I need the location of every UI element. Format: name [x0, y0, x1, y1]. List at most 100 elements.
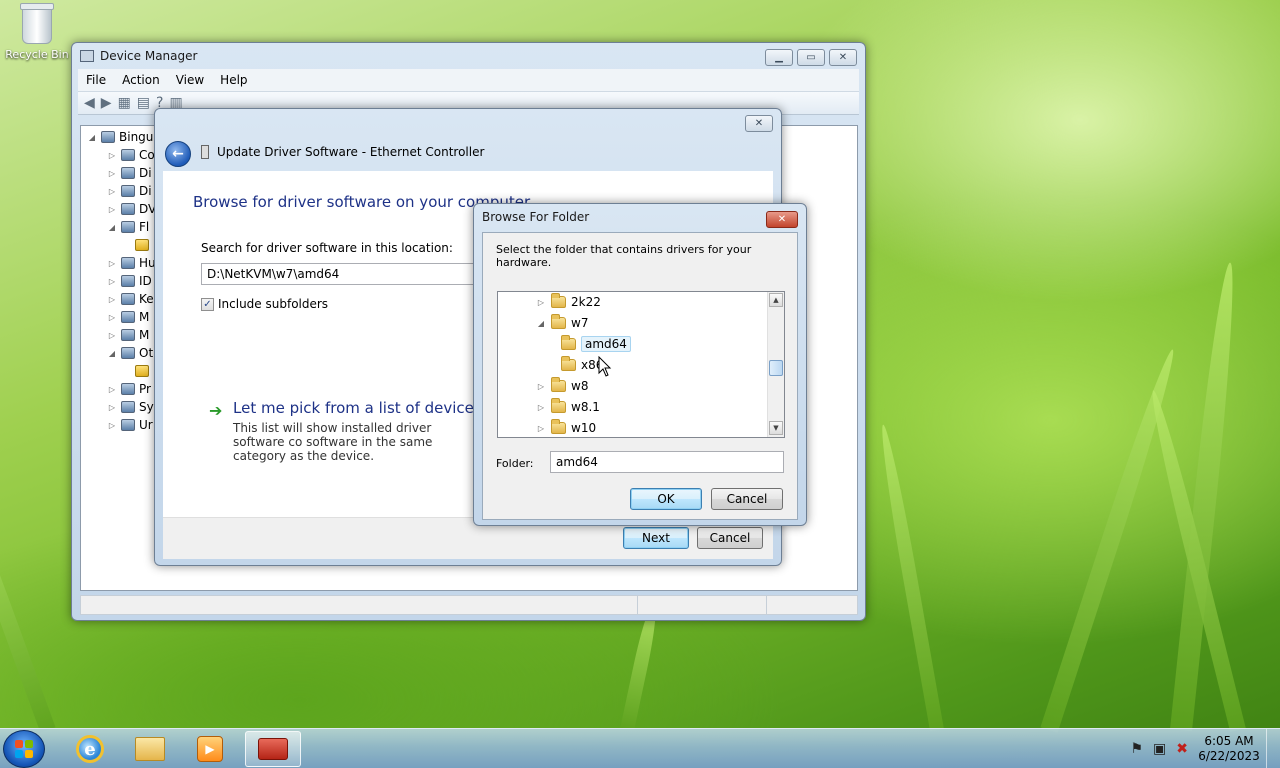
- expand-triangle-icon[interactable]: ▷: [107, 331, 117, 340]
- device-category-icon: [121, 149, 135, 161]
- expand-triangle-icon[interactable]: ▷: [107, 385, 117, 394]
- taskbar-media-player[interactable]: ▶: [182, 731, 238, 767]
- scroll-down-arrow-icon[interactable]: ▼: [769, 421, 783, 435]
- action-center-flag-icon[interactable]: ⚑: [1130, 741, 1143, 757]
- folder-tree-item[interactable]: ▷ 2k22: [536, 292, 601, 312]
- update-driver-title: Update Driver Software - Ethernet Contro…: [217, 145, 485, 159]
- tree-item[interactable]: ▷ Sy: [107, 398, 154, 416]
- folder-input[interactable]: amd64: [550, 451, 784, 473]
- folder-tree-item[interactable]: ▷ w8.1: [536, 397, 600, 417]
- expand-triangle-icon[interactable]: ▷: [536, 382, 546, 391]
- taskbar-windows-explorer[interactable]: [122, 731, 178, 767]
- tree-item[interactable]: ▷ Di: [107, 182, 152, 200]
- menu-help[interactable]: Help: [212, 73, 255, 87]
- tree-item[interactable]: ◢ Fl: [107, 218, 149, 236]
- recycle-bin-desktop-icon[interactable]: Recycle Bin: [4, 3, 70, 61]
- folder-tree-scrollbar[interactable]: ▲ ▼: [767, 292, 784, 437]
- close-button[interactable]: ✕: [766, 211, 798, 228]
- expand-triangle-icon[interactable]: ▷: [107, 169, 117, 178]
- expand-triangle-icon[interactable]: ▷: [536, 424, 546, 433]
- cancel-button[interactable]: Cancel: [697, 527, 763, 549]
- scroll-up-arrow-icon[interactable]: ▲: [769, 293, 783, 307]
- device-category-icon: [121, 167, 135, 179]
- menu-file[interactable]: File: [78, 73, 114, 87]
- collapse-triangle-icon[interactable]: ◢: [536, 319, 546, 328]
- toolbox-icon: [258, 738, 288, 760]
- close-button[interactable]: ✕: [745, 115, 773, 132]
- tree-item[interactable]: ▷ Ke: [107, 290, 154, 308]
- expand-triangle-icon[interactable]: ▷: [107, 151, 117, 160]
- recycle-bin-icon: [20, 3, 54, 44]
- driver-path-input[interactable]: D:\NetKVM\w7\amd64: [201, 263, 481, 285]
- tree-item-label: M: [139, 310, 150, 324]
- device-manager-caption-buttons: ▁ ▭ ✕: [765, 49, 857, 66]
- close-button[interactable]: ✕: [829, 49, 857, 66]
- expand-triangle-icon[interactable]: ▷: [107, 313, 117, 322]
- tree-item[interactable]: ▷ Co: [107, 146, 155, 164]
- folder-tree-item[interactable]: ◢ w7: [536, 313, 588, 333]
- minimize-button[interactable]: ▁: [765, 49, 793, 66]
- tree-item[interactable]: ▷ DV: [107, 200, 156, 218]
- expand-triangle-icon[interactable]: ▷: [107, 421, 117, 430]
- back-arrow-icon[interactable]: ←: [165, 141, 191, 167]
- browse-folder-titlebar[interactable]: Browse For Folder: [474, 204, 806, 230]
- cancel-button[interactable]: Cancel: [711, 488, 783, 510]
- mouse-icon: [121, 311, 135, 323]
- forward-arrow-icon[interactable]: ▶: [101, 95, 112, 111]
- collapse-triangle-icon[interactable]: ◢: [87, 133, 97, 142]
- processor-icon: [121, 383, 135, 395]
- collapse-triangle-icon[interactable]: ◢: [107, 349, 117, 358]
- system-tray: ⚑ ▣ ✖ 6:05 AM 6/22/2023: [1130, 729, 1280, 768]
- next-button[interactable]: Next: [623, 527, 689, 549]
- ok-button[interactable]: OK: [630, 488, 702, 510]
- tree-root[interactable]: ◢ Bingu: [87, 128, 153, 146]
- browse-folder-description: Select the folder that contains drivers …: [496, 243, 752, 269]
- include-subfolders-checkbox[interactable]: ✓: [201, 298, 214, 311]
- start-button[interactable]: [3, 730, 45, 768]
- folder-tree-item[interactable]: ▷ w10: [536, 418, 596, 437]
- tree-item[interactable]: ◢ Ot: [107, 344, 153, 362]
- tree-item-label: Di: [139, 166, 152, 180]
- maximize-button[interactable]: ▭: [797, 49, 825, 66]
- tree-item[interactable]: [135, 236, 149, 254]
- expand-triangle-icon[interactable]: ▷: [536, 298, 546, 307]
- folder-icon: [551, 398, 566, 413]
- taskbar-internet-explorer[interactable]: e: [62, 731, 118, 767]
- expand-triangle-icon[interactable]: ▷: [536, 403, 546, 412]
- taskbar-device-manager[interactable]: [245, 731, 301, 767]
- warning-device-icon: [135, 365, 149, 377]
- scroll-thumb[interactable]: [769, 360, 783, 376]
- folder-tree-item[interactable]: ▷ w8: [536, 376, 588, 396]
- expand-triangle-icon[interactable]: ▷: [107, 277, 117, 286]
- volume-muted-icon[interactable]: ✖: [1176, 741, 1188, 757]
- device-manager-icon: [80, 50, 94, 62]
- pick-from-list-link[interactable]: Let me pick from a list of device dri: [233, 399, 499, 417]
- clock[interactable]: 6:05 AM 6/22/2023: [1198, 734, 1260, 764]
- expand-triangle-icon[interactable]: ▷: [107, 403, 117, 412]
- show-desktop-button[interactable]: [1266, 729, 1280, 768]
- properties-icon[interactable]: ▦: [118, 95, 131, 111]
- tree-item[interactable]: ▷ M: [107, 326, 149, 344]
- expand-triangle-icon[interactable]: ▷: [107, 259, 117, 268]
- folder-icon: [551, 377, 566, 392]
- tree-item[interactable]: ▷ Pr: [107, 380, 151, 398]
- device-manager-titlebar[interactable]: Device Manager: [72, 43, 865, 69]
- network-adapter-icon: [201, 145, 209, 159]
- tree-item[interactable]: ▷ Ur: [107, 416, 153, 434]
- tree-item[interactable]: ▷ M: [107, 308, 149, 326]
- tree-item[interactable]: ▷ Hu: [107, 254, 156, 272]
- menu-view[interactable]: View: [168, 73, 212, 87]
- collapse-triangle-icon[interactable]: ◢: [107, 223, 117, 232]
- folder-tree-item-selected[interactable]: amd64: [561, 334, 631, 354]
- details-icon[interactable]: ▤: [137, 95, 150, 111]
- network-icon[interactable]: ▣: [1153, 741, 1166, 757]
- tree-root-label: Bingu: [119, 130, 154, 144]
- tree-item[interactable]: ▷ ID: [107, 272, 152, 290]
- menu-action[interactable]: Action: [114, 73, 168, 87]
- tree-item[interactable]: ▷ Di: [107, 164, 152, 182]
- expand-triangle-icon[interactable]: ▷: [107, 295, 117, 304]
- expand-triangle-icon[interactable]: ▷: [107, 205, 117, 214]
- tree-item[interactable]: [135, 362, 149, 380]
- back-arrow-icon[interactable]: ◀: [84, 95, 95, 111]
- expand-triangle-icon[interactable]: ▷: [107, 187, 117, 196]
